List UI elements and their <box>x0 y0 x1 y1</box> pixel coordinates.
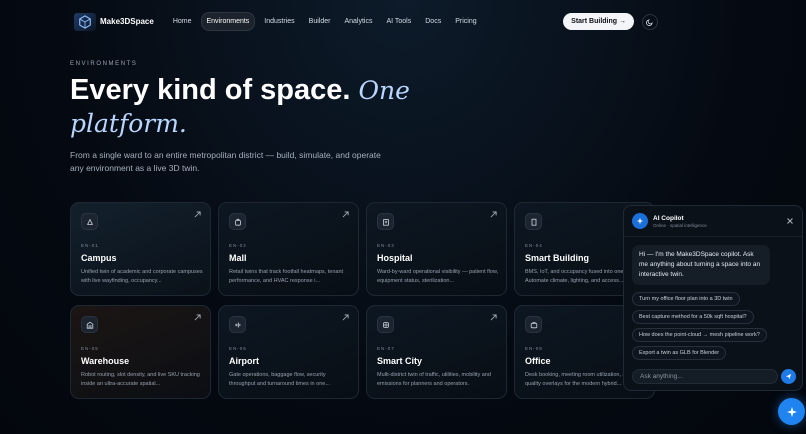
environment-grid: EN-01 Campus Unified twin of academic an… <box>70 202 658 399</box>
close-icon[interactable] <box>786 217 794 225</box>
card-description: Multi-district twin of traffic, utilitie… <box>377 372 491 387</box>
card-title: Warehouse <box>81 356 130 366</box>
chat-input[interactable]: Ask anything... <box>632 369 778 384</box>
arrow-up-right-icon <box>490 211 497 218</box>
card-code: EN-06 <box>229 346 247 351</box>
environment-card-campus[interactable]: EN-01 Campus Unified twin of academic an… <box>70 202 211 296</box>
environment-card-airport[interactable]: EN-06 Airport Gate operations, baggage f… <box>218 305 359 399</box>
card-code: EN-07 <box>377 346 395 351</box>
suggestion-chip[interactable]: How does the point-cloud → mesh pipeline… <box>632 328 767 342</box>
environment-card-smart-city[interactable]: EN-07 Smart City Multi-district twin of … <box>366 305 507 399</box>
card-code: EN-02 <box>229 243 247 248</box>
arrow-up-right-icon <box>342 314 349 321</box>
nav-home[interactable]: Home <box>168 13 197 30</box>
nav-builder[interactable]: Builder <box>304 13 336 30</box>
hospital-icon <box>377 213 394 230</box>
section-eyebrow: ENVIRONMENTS <box>70 61 138 67</box>
brand-logo-icon <box>74 12 96 31</box>
suggestion-chip[interactable]: Best capture method for a 50k sqft hospi… <box>632 310 754 324</box>
plane-icon <box>229 316 246 333</box>
send-icon <box>785 373 792 380</box>
main-menu: Home Environments Industries Builder Ana… <box>168 12 482 31</box>
suggestion-chip[interactable]: Export a twin as GLB for Blender <box>632 346 727 360</box>
sparkle-icon <box>786 406 797 417</box>
nav-analytics[interactable]: Analytics <box>339 13 377 30</box>
send-button[interactable] <box>781 369 796 384</box>
suggestion-chip[interactable]: Turn my office floor plan into a 3D twin <box>632 292 740 306</box>
hero-title-main: Every kind of space. <box>70 74 351 106</box>
card-description: Robot routing, slot density, and live SK… <box>81 372 200 387</box>
arrow-up-right-icon <box>342 211 349 218</box>
nav-industries[interactable]: Industries <box>259 13 299 30</box>
card-description: Gate operations, baggage flow, security … <box>229 372 330 387</box>
warehouse-icon <box>81 316 98 333</box>
arrow-up-right-icon <box>194 314 201 321</box>
city-grid-icon <box>377 316 394 333</box>
ai-copilot-panel: AI Copilot Online · spatial intelligence… <box>623 205 803 391</box>
chat-title: AI Copilot <box>653 214 684 222</box>
environment-card-mall[interactable]: EN-02 Mall Retail twins that track footf… <box>218 202 359 296</box>
sparkle-icon <box>636 217 644 225</box>
assistant-message: Hi — I'm the Make3DSpace copilot. Ask me… <box>632 245 770 285</box>
card-description: Ward-by-ward operational visibility — pa… <box>377 269 499 284</box>
nav-environments[interactable]: Environments <box>200 12 256 31</box>
card-title: Mall <box>229 253 247 263</box>
copilot-avatar <box>632 213 648 229</box>
copilot-launcher-button[interactable] <box>778 398 805 425</box>
arrow-up-right-icon <box>194 211 201 218</box>
card-code: EN-05 <box>81 346 99 351</box>
card-description: Unified twin of academic and corporate c… <box>81 269 203 284</box>
card-code: EN-03 <box>377 243 395 248</box>
card-title: Hospital <box>377 253 413 263</box>
card-title: Office <box>525 356 551 366</box>
moon-icon <box>646 18 653 26</box>
card-title: Airport <box>229 356 259 366</box>
shopping-bag-icon <box>229 213 246 230</box>
theme-toggle-button[interactable] <box>642 13 658 30</box>
environment-card-hospital[interactable]: EN-03 Hospital Ward-by-ward operational … <box>366 202 507 296</box>
card-code: EN-08 <box>525 346 543 351</box>
nav-ai-tools[interactable]: AI Tools <box>381 13 416 30</box>
suggestion-list: Turn my office floor plan into a 3D twin… <box>632 292 794 360</box>
brand[interactable]: Make3DSpace <box>74 12 154 31</box>
page-title: Every kind of space. One platform. <box>70 74 430 140</box>
chat-status: Online · spatial intelligence <box>653 222 707 228</box>
card-code: EN-01 <box>81 243 99 248</box>
brand-name: Make3DSpace <box>100 17 154 26</box>
card-title: Smart Building <box>525 253 590 263</box>
chat-header: AI Copilot Online · spatial intelligence <box>624 206 802 237</box>
top-navbar: Make3DSpace Home Environments Industries… <box>70 8 658 35</box>
nav-docs[interactable]: Docs <box>420 13 446 30</box>
compass-icon <box>81 213 98 230</box>
briefcase-icon <box>525 316 542 333</box>
hero-subtitle: From a single ward to an entire metropol… <box>70 150 381 173</box>
card-code: EN-04 <box>525 243 543 248</box>
card-title: Smart City <box>377 356 423 366</box>
card-description: Retail twins that track footfall heatmap… <box>229 269 344 284</box>
start-building-button[interactable]: Start Building → <box>563 13 634 30</box>
arrow-up-right-icon <box>490 314 497 321</box>
nav-pricing[interactable]: Pricing <box>450 13 481 30</box>
building-icon <box>525 213 542 230</box>
environment-card-warehouse[interactable]: EN-05 Warehouse Robot routing, slot dens… <box>70 305 211 399</box>
card-title: Campus <box>81 253 117 263</box>
